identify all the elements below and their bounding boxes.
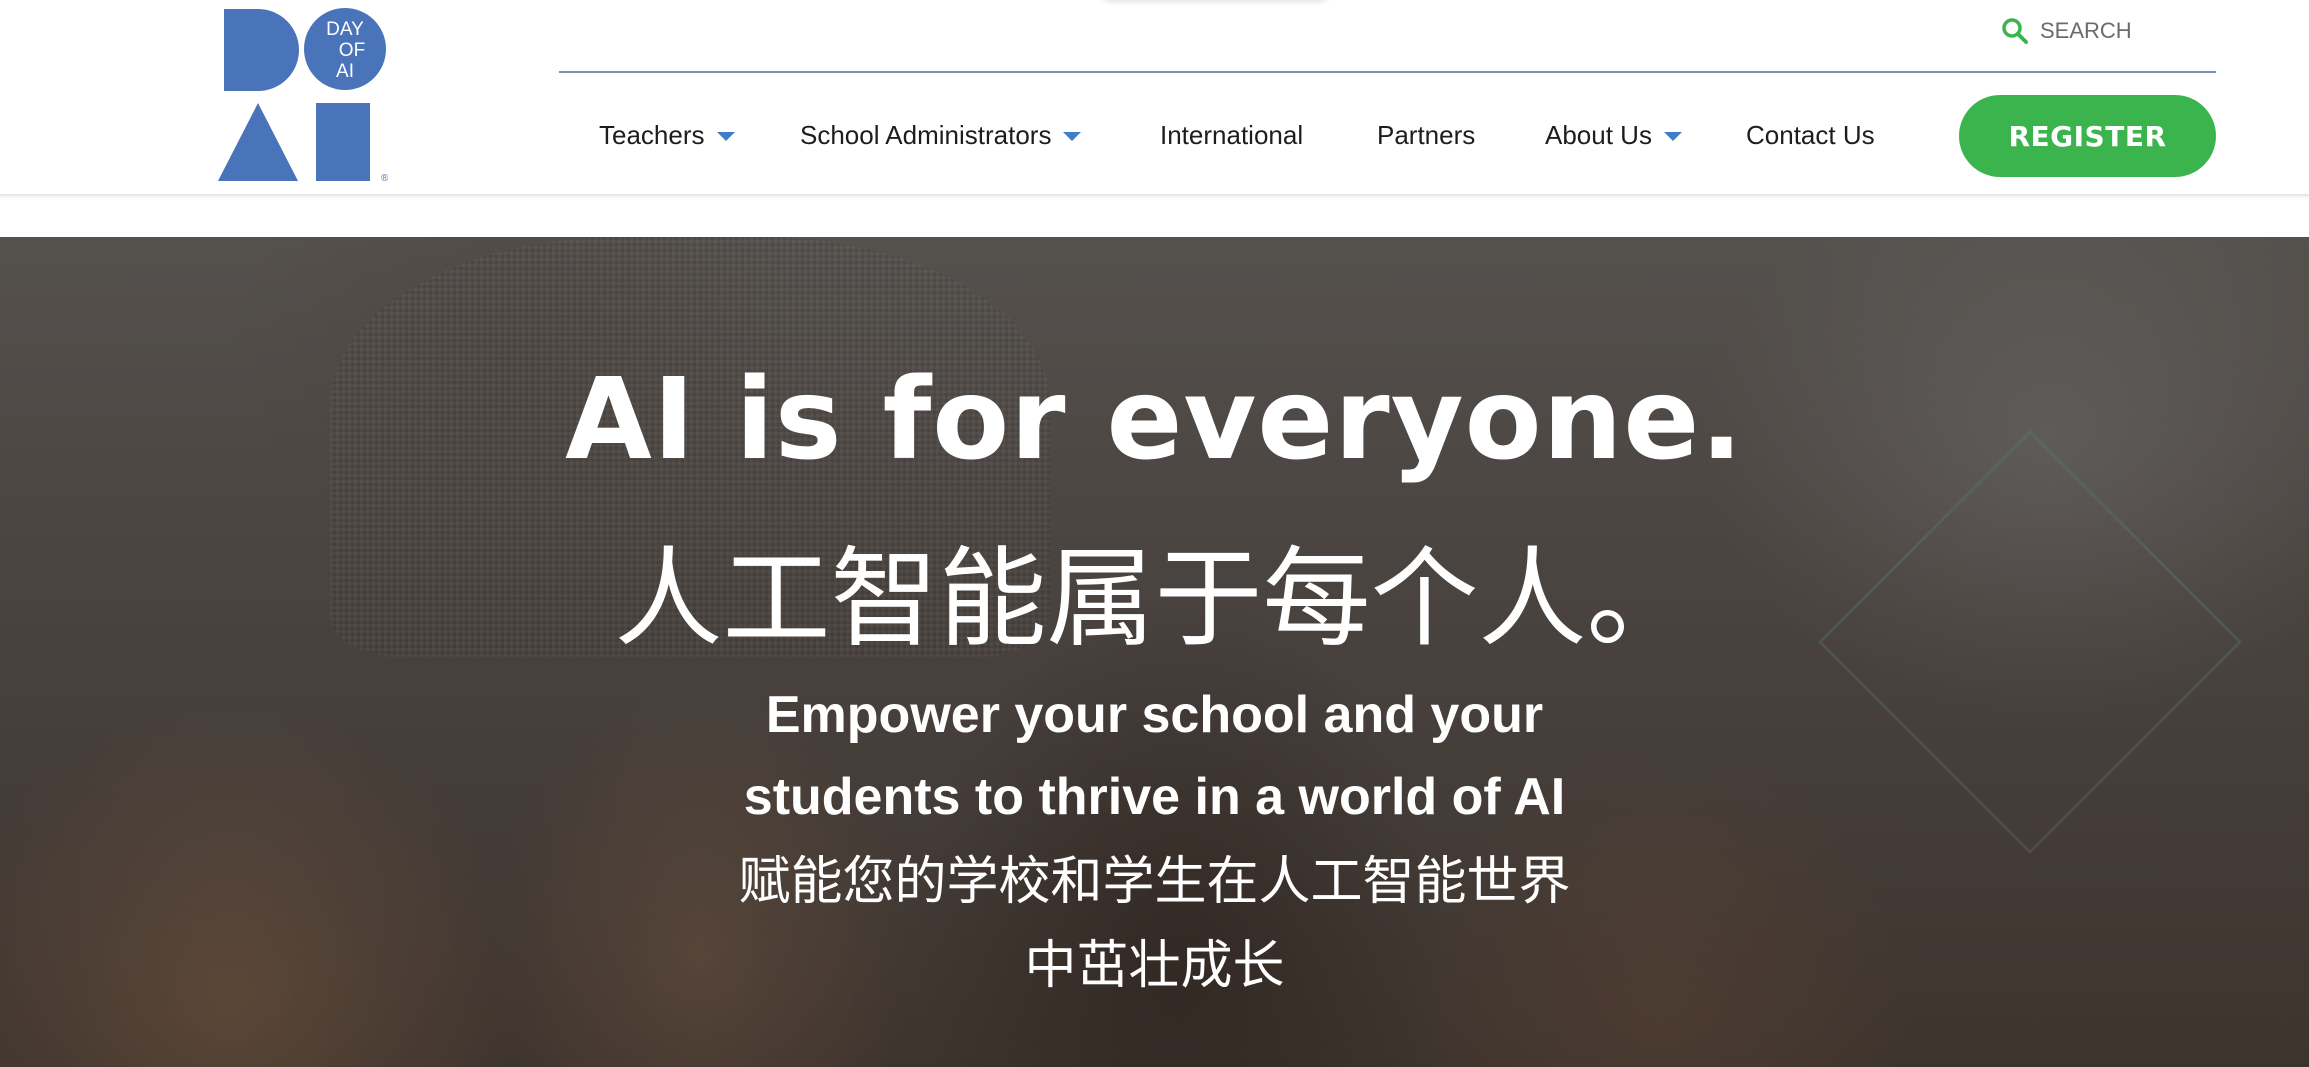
nav-item-label: Contact Us [1746, 119, 1875, 150]
site-header: DAY OF AI ® Teachers School Administrato… [0, 0, 2309, 195]
search-input[interactable] [2040, 18, 2190, 44]
search-bar[interactable] [2000, 14, 2216, 48]
register-button[interactable]: REGISTER [1959, 95, 2216, 177]
nav-item-teachers[interactable]: Teachers [599, 113, 735, 157]
logo-d-shape [224, 9, 299, 91]
hero-headline-zh: 人工智能属于每个人。 [614, 537, 1695, 662]
hero-subline-en: Empower your school and your students to… [0, 674, 2309, 838]
chevron-down-icon [1663, 132, 1682, 141]
nav-item-label: About Us [1545, 119, 1652, 150]
hero-section: AI is for everyone. 人工智能属于每个人。 Empower y… [0, 237, 2309, 1067]
hero-subline-zh-line-2: 中茁壮成长 [1024, 936, 1285, 996]
nav-item-about-us[interactable]: About Us [1545, 113, 1682, 157]
logo-text-ai: AI [336, 61, 354, 82]
nav-item-label: School Administrators [800, 119, 1052, 150]
chevron-down-icon [1063, 132, 1082, 141]
hero-subline-zh-line-1: 赋能您的学校和学生在人工智能世界 [738, 852, 1571, 912]
logo-triangle [218, 103, 298, 181]
logo-text-of: OF [339, 40, 365, 61]
nav-item-international[interactable]: International [1160, 113, 1303, 157]
logo-rectangle [316, 103, 370, 181]
hero-subline-en-line-1: Empower your school and your [765, 686, 1544, 744]
header-shadow [0, 195, 2309, 199]
logo-registered-mark: ® [381, 173, 388, 183]
nav-item-contact-us[interactable]: Contact Us [1746, 113, 1875, 157]
hero-subline-en-line-2: students to thrive in a world of AI [743, 768, 1566, 826]
chevron-down-icon [716, 132, 735, 141]
nav-item-partners[interactable]: Partners [1377, 113, 1475, 157]
nav-item-school-administrators[interactable]: School Administrators [800, 113, 1082, 157]
logo-text-day: DAY [326, 19, 364, 40]
nav-item-label: Teachers [599, 119, 705, 150]
hero-headline-en: AI is for everyone. [565, 355, 1744, 485]
day-of-ai-logo[interactable]: DAY OF AI ® [216, 7, 388, 183]
hero-subline-zh: 赋能您的学校和学生在人工智能世界 中茁壮成长 [0, 840, 2309, 1008]
search-icon[interactable] [2000, 16, 2030, 46]
header-divider [559, 71, 2216, 73]
nav-item-label: International [1160, 119, 1304, 150]
nav-item-label: Partners [1377, 119, 1476, 150]
